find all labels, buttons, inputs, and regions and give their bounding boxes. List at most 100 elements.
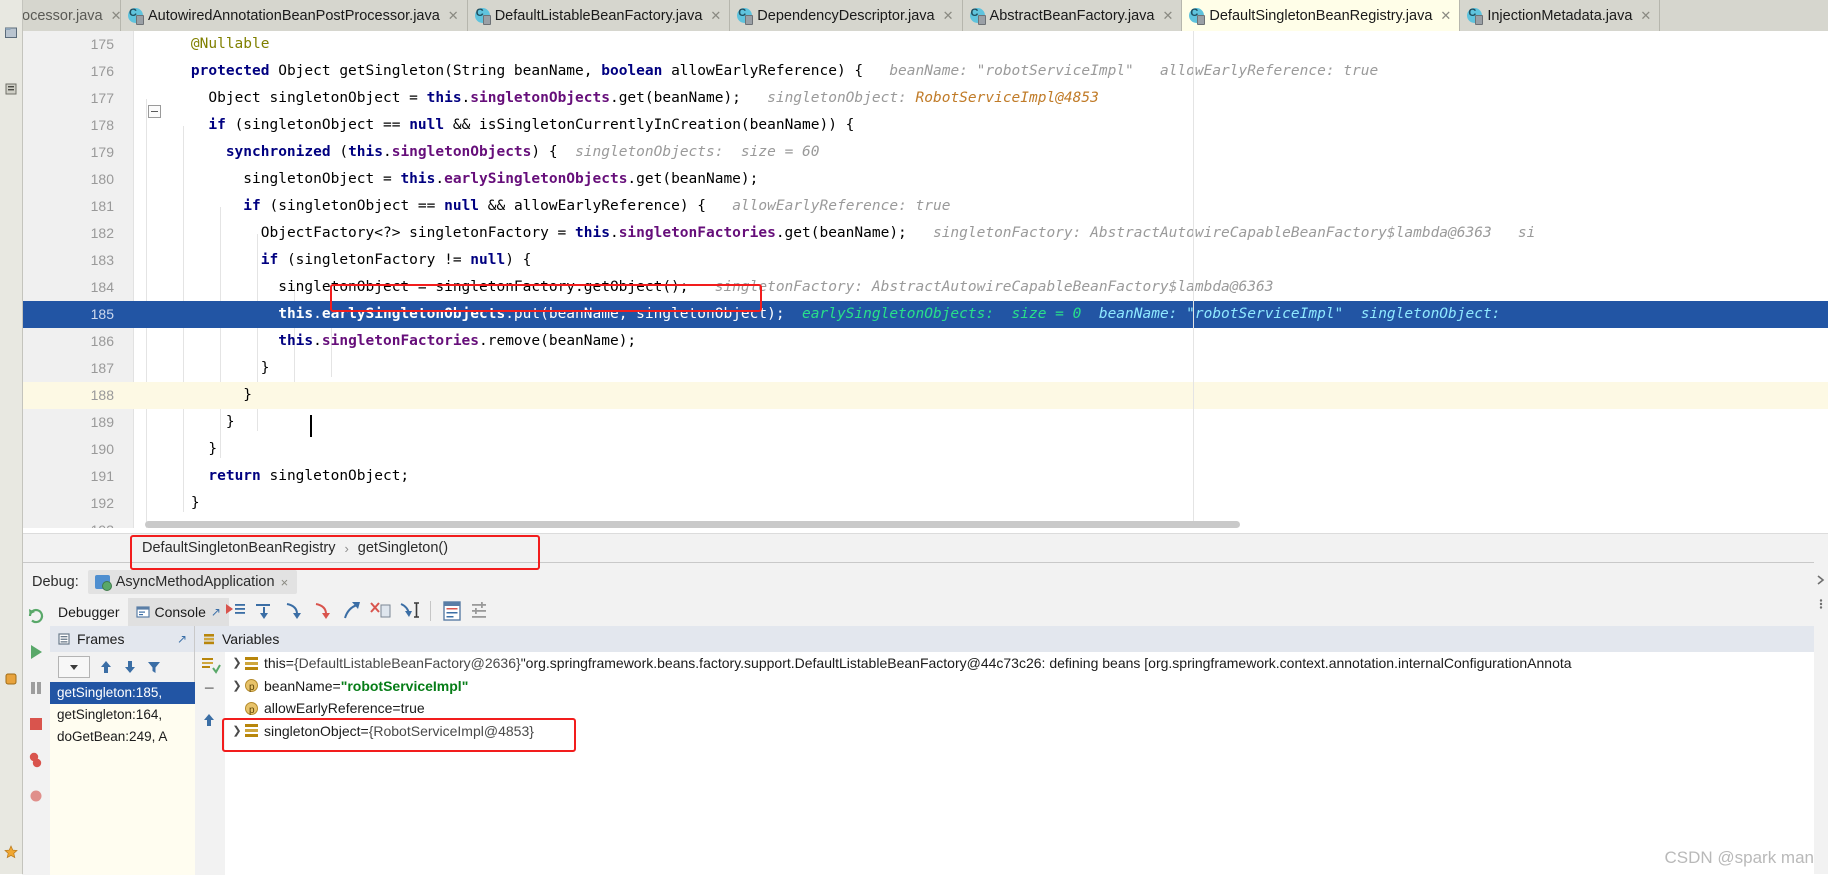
frames-toolbar[interactable]: [50, 652, 195, 682]
resume-program-icon[interactable]: [26, 642, 46, 662]
frame-row[interactable]: getSingleton:185,: [50, 682, 195, 704]
editor-tab-bar[interactable]: ocessor.java ✕ AutowiredAnnotationBeanPo…: [22, 0, 1828, 31]
rail-label-structure[interactable]: 7: Structure: [0, 455, 36, 512]
code-text[interactable]: this.singletonFactories.remove(beanName)…: [278, 328, 636, 355]
code-line-192[interactable]: 192}: [22, 490, 1828, 517]
code-line-189[interactable]: 189}: [22, 409, 1828, 436]
collapse-panel-icon[interactable]: [1815, 574, 1827, 586]
code-text[interactable]: if (singletonObject == null && allowEarl…: [243, 193, 950, 220]
step-over-icon[interactable]: [251, 598, 277, 624]
frames-list[interactable]: getSingleton:185, getSingleton:164, doGetB…: [50, 682, 196, 875]
code-text[interactable]: if (singletonFactory != null) {: [261, 247, 532, 274]
drop-frame-icon[interactable]: [367, 598, 393, 624]
chevron-right-icon[interactable]: ❯: [229, 720, 245, 743]
code-line-188[interactable]: 188}: [22, 382, 1828, 409]
debug-tool-window[interactable]: Debug: AsyncMethodApplication × Debugger…: [22, 562, 1828, 875]
close-icon[interactable]: ×: [281, 575, 289, 590]
close-icon[interactable]: ✕: [1440, 8, 1451, 24]
variables-list[interactable]: ❯ this = {DefaultListableBeanFactory@2636…: [225, 652, 1828, 875]
code-text[interactable]: singletonObject = this.earlySingletonObj…: [243, 166, 758, 193]
code-line-177[interactable]: 177 Object singletonObject = this.singlet…: [22, 85, 1828, 112]
code-line-184[interactable]: 184 singletonObject = singletonFactory.ge…: [22, 274, 1828, 301]
code-text[interactable]: }: [191, 490, 200, 517]
chevron-right-icon[interactable]: ❯: [229, 675, 245, 698]
run-to-cursor-icon[interactable]: [396, 598, 422, 624]
close-icon[interactable]: ✕: [1162, 8, 1173, 24]
code-text[interactable]: @Nullable: [191, 31, 270, 58]
variables-gutter[interactable]: −: [195, 652, 225, 875]
close-icon[interactable]: ✕: [943, 8, 954, 24]
step-into-icon[interactable]: [280, 598, 306, 624]
code-text[interactable]: }: [226, 409, 235, 436]
force-step-into-icon[interactable]: [309, 598, 335, 624]
breadcrumb[interactable]: DefaultSingletonBeanRegistry › getSingle…: [142, 540, 448, 556]
tab-console[interactable]: Console ↗: [127, 598, 229, 626]
close-icon[interactable]: ✕: [111, 8, 122, 24]
code-line-175[interactable]: 175 @Nullable: [22, 31, 1828, 58]
settings-icon[interactable]: [468, 598, 494, 624]
breadcrumb-method[interactable]: getSingleton(): [358, 540, 448, 556]
more-options-icon[interactable]: [1815, 598, 1827, 610]
code-text[interactable]: this.earlySingletonObjects.put(beanName,…: [278, 301, 1500, 328]
show-execution-point-icon[interactable]: [222, 598, 248, 624]
filter-frames-icon[interactable]: [146, 659, 162, 675]
code-line-179[interactable]: 179 synchronized (this.singletonObjects) …: [22, 139, 1828, 166]
code-line-180[interactable]: 180 singletonObject = this.earlySingleton…: [22, 166, 1828, 193]
variable-row[interactable]: ❯ beanName = "robotServiceImpl": [225, 675, 1828, 700]
breadcrumb-class[interactable]: DefaultSingletonBeanRegistry: [142, 540, 335, 556]
editor-tab-2[interactable]: DefaultListableBeanFactory.java ✕: [467, 0, 731, 31]
code-editor[interactable]: 175 @Nullable 176 protected Object getSingl…: [22, 31, 1828, 528]
step-out-icon[interactable]: [338, 598, 364, 624]
chevron-right-icon[interactable]: ❯: [229, 652, 245, 675]
pause-program-icon[interactable]: [26, 678, 46, 698]
debug-run-configuration-tab[interactable]: AsyncMethodApplication ×: [87, 570, 298, 594]
code-text[interactable]: }: [261, 355, 270, 382]
code-line-181[interactable]: 181 if (singletonObject == null && allowE…: [22, 193, 1828, 220]
variable-row[interactable]: allowEarlyReference = true: [225, 697, 1828, 722]
editor-tab-3[interactable]: DependencyDescriptor.java ✕: [730, 0, 963, 31]
editor-tab-1[interactable]: AutowiredAnnotationBeanPostProcessor.jav…: [121, 0, 468, 31]
evaluate-expression-icon[interactable]: [439, 598, 465, 624]
code-text[interactable]: synchronized (this.singletonObjects) { s…: [226, 139, 820, 166]
frame-row[interactable]: getSingleton:164,: [50, 704, 195, 726]
close-icon[interactable]: ✕: [710, 8, 721, 24]
code-line-176[interactable]: 176 protected Object getSingleton(String …: [22, 58, 1828, 85]
code-text[interactable]: return singletonObject;: [208, 463, 409, 490]
editor-tab-4[interactable]: AbstractBeanFactory.java ✕: [962, 0, 1183, 31]
code-line-183[interactable]: 183 if (singletonFactory != null) {: [22, 247, 1828, 274]
variable-row[interactable]: ❯ singletonObject = {RobotServiceImpl@485…: [225, 720, 1828, 743]
code-text[interactable]: protected Object getSingleton(String bea…: [191, 58, 1378, 85]
code-line-187[interactable]: 187}: [22, 355, 1828, 382]
pin-tab-icon[interactable]: ↗: [211, 605, 221, 619]
code-text[interactable]: Object singletonObject = this.singletonO…: [208, 85, 1098, 112]
code-text[interactable]: }: [243, 382, 252, 409]
frame-down-icon[interactable]: [122, 659, 138, 675]
add-watch-icon[interactable]: [199, 655, 221, 677]
code-text[interactable]: singletonObject = singletonFactory.getOb…: [278, 274, 1273, 301]
rail-label-favorites[interactable]: 2: Favorites: [0, 725, 36, 782]
code-line-191[interactable]: 191 return singletonObject;: [22, 463, 1828, 490]
code-line-186[interactable]: 186 this.singletonFactories.remove(beanNa…: [22, 328, 1828, 355]
code-line-185[interactable]: 185 this.earlySingletonObjects.put(beanNa…: [22, 301, 1828, 328]
editor-tab-0[interactable]: ocessor.java ✕: [22, 0, 122, 31]
code-text[interactable]: ObjectFactory<?> singletonFactory = this…: [261, 220, 1536, 247]
close-icon[interactable]: ✕: [1640, 8, 1651, 24]
frame-row[interactable]: doGetBean:249, A: [50, 726, 195, 748]
tab-debugger[interactable]: Debugger: [50, 598, 128, 626]
code-line-178[interactable]: 178 if (singletonObject == null && isSing…: [22, 112, 1828, 139]
move-watch-up-icon[interactable]: [201, 712, 217, 728]
editor-horizontal-scrollbar[interactable]: [145, 521, 1240, 528]
mute-breakpoints-icon[interactable]: [26, 786, 46, 806]
code-line-190[interactable]: 190}: [22, 436, 1828, 463]
rail-label-project[interactable]: 1: Project: [0, 6, 36, 52]
thread-select-dropdown[interactable]: [58, 656, 90, 678]
code-lines[interactable]: 175 @Nullable 176 protected Object getSingl…: [22, 31, 1828, 528]
code-text[interactable]: if (singletonObject == null && isSinglet…: [208, 112, 854, 139]
rail-label-web[interactable]: Web: [0, 610, 36, 632]
pin-frames-icon[interactable]: ↗: [177, 632, 187, 646]
editor-tab-6[interactable]: InjectionMetadata.java ✕: [1460, 0, 1661, 31]
code-text[interactable]: }: [208, 436, 217, 463]
variable-row[interactable]: ❯ this = {DefaultListableBeanFactory@2636…: [225, 652, 1828, 675]
debug-tab-strip[interactable]: Debugger Console ↗: [50, 596, 229, 626]
debug-stepping-toolbar[interactable]: [222, 597, 494, 625]
